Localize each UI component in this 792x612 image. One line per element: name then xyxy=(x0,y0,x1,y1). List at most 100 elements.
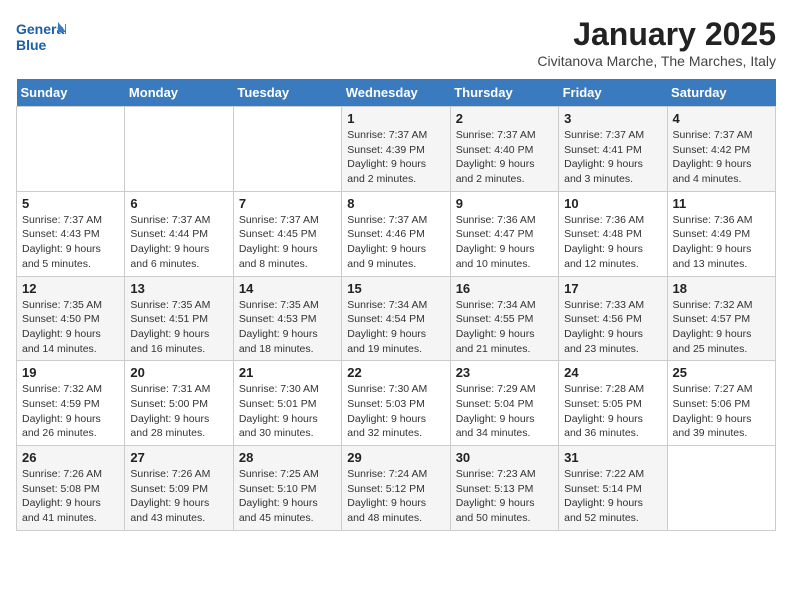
day-info: Sunrise: 7:35 AM Sunset: 4:51 PM Dayligh… xyxy=(130,298,227,357)
calendar-cell: 13 Sunrise: 7:35 AM Sunset: 4:51 PM Dayli… xyxy=(125,276,233,361)
title-block: January 2025 Civitanova Marche, The Marc… xyxy=(537,16,776,69)
svg-text:Blue: Blue xyxy=(16,37,47,53)
day-info: Sunrise: 7:32 AM Sunset: 4:57 PM Dayligh… xyxy=(673,298,770,357)
calendar-cell xyxy=(667,446,775,531)
weekday-header-sunday: Sunday xyxy=(17,79,125,107)
calendar-cell: 8Sunrise: 7:37 AM Sunset: 4:46 PM Daylig… xyxy=(342,191,450,276)
calendar-cell: 4Sunrise: 7:37 AM Sunset: 4:42 PM Daylig… xyxy=(667,107,775,192)
location-subtitle: Civitanova Marche, The Marches, Italy xyxy=(537,53,776,69)
calendar-cell: 20Sunrise: 7:31 AM Sunset: 5:00 PM Dayli… xyxy=(125,361,233,446)
calendar-week-3: 12 Sunrise: 7:35 AM Sunset: 4:50 PM Dayli… xyxy=(17,276,776,361)
day-info: Sunrise: 7:34 AM Sunset: 4:55 PM Dayligh… xyxy=(456,298,553,357)
day-info: Sunrise: 7:33 AM Sunset: 4:56 PM Dayligh… xyxy=(564,298,661,357)
calendar-cell: 23 Sunrise: 7:29 AM Sunset: 5:04 PM Dayli… xyxy=(450,361,558,446)
day-number: 19 xyxy=(22,365,119,380)
day-number: 18 xyxy=(673,281,770,296)
day-info: Sunrise: 7:30 AM Sunset: 5:03 PM Dayligh… xyxy=(347,382,444,441)
day-number: 27 xyxy=(130,450,227,465)
page-header: General Blue January 2025 Civitanova Mar… xyxy=(16,16,776,69)
day-info: Sunrise: 7:22 AM Sunset: 5:14 PM Dayligh… xyxy=(564,467,661,526)
day-info: Sunrise: 7:27 AM Sunset: 5:06 PM Dayligh… xyxy=(673,382,770,441)
calendar-cell: 28 Sunrise: 7:25 AM Sunset: 5:10 PM Dayli… xyxy=(233,446,341,531)
day-number: 6 xyxy=(130,196,227,211)
calendar-cell: 15 Sunrise: 7:34 AM Sunset: 4:54 PM Dayli… xyxy=(342,276,450,361)
day-info: Sunrise: 7:36 AM Sunset: 4:49 PM Dayligh… xyxy=(673,213,770,272)
day-info: Sunrise: 7:37 AM Sunset: 4:44 PM Dayligh… xyxy=(130,213,227,272)
day-info: Sunrise: 7:36 AM Sunset: 4:47 PM Dayligh… xyxy=(456,213,553,272)
calendar-week-2: 5Sunrise: 7:37 AM Sunset: 4:43 PM Daylig… xyxy=(17,191,776,276)
calendar-cell: 26Sunrise: 7:26 AM Sunset: 5:08 PM Dayli… xyxy=(17,446,125,531)
calendar-cell: 29 Sunrise: 7:24 AM Sunset: 5:12 PM Dayli… xyxy=(342,446,450,531)
calendar-cell: 25 Sunrise: 7:27 AM Sunset: 5:06 PM Dayli… xyxy=(667,361,775,446)
day-number: 7 xyxy=(239,196,336,211)
logo-svg: General Blue xyxy=(16,16,66,60)
day-info: Sunrise: 7:25 AM Sunset: 5:10 PM Dayligh… xyxy=(239,467,336,526)
day-number: 16 xyxy=(456,281,553,296)
day-info: Sunrise: 7:26 AM Sunset: 5:08 PM Dayligh… xyxy=(22,467,119,526)
day-info: Sunrise: 7:28 AM Sunset: 5:05 PM Dayligh… xyxy=(564,382,661,441)
calendar-cell: 18 Sunrise: 7:32 AM Sunset: 4:57 PM Dayli… xyxy=(667,276,775,361)
calendar-cell: 31 Sunrise: 7:22 AM Sunset: 5:14 PM Dayli… xyxy=(559,446,667,531)
day-number: 9 xyxy=(456,196,553,211)
day-number: 3 xyxy=(564,111,661,126)
calendar-table: SundayMondayTuesdayWednesdayThursdayFrid… xyxy=(16,79,776,531)
day-number: 1 xyxy=(347,111,444,126)
calendar-cell: 3Sunrise: 7:37 AM Sunset: 4:41 PM Daylig… xyxy=(559,107,667,192)
calendar-cell: 11 Sunrise: 7:36 AM Sunset: 4:49 PM Dayli… xyxy=(667,191,775,276)
day-number: 28 xyxy=(239,450,336,465)
day-info: Sunrise: 7:24 AM Sunset: 5:12 PM Dayligh… xyxy=(347,467,444,526)
day-info: Sunrise: 7:37 AM Sunset: 4:45 PM Dayligh… xyxy=(239,213,336,272)
day-number: 11 xyxy=(673,196,770,211)
calendar-cell: 1 Sunrise: 7:37 AM Sunset: 4:39 PM Daylig… xyxy=(342,107,450,192)
day-info: Sunrise: 7:23 AM Sunset: 5:13 PM Dayligh… xyxy=(456,467,553,526)
day-number: 25 xyxy=(673,365,770,380)
calendar-cell: 19 Sunrise: 7:32 AM Sunset: 4:59 PM Dayli… xyxy=(17,361,125,446)
calendar-cell: 22 Sunrise: 7:30 AM Sunset: 5:03 PM Dayli… xyxy=(342,361,450,446)
calendar-cell xyxy=(233,107,341,192)
day-info: Sunrise: 7:30 AM Sunset: 5:01 PM Dayligh… xyxy=(239,382,336,441)
day-number: 23 xyxy=(456,365,553,380)
day-info: Sunrise: 7:29 AM Sunset: 5:04 PM Dayligh… xyxy=(456,382,553,441)
day-info: Sunrise: 7:35 AM Sunset: 4:50 PM Dayligh… xyxy=(22,298,119,357)
day-number: 10 xyxy=(564,196,661,211)
day-number: 30 xyxy=(456,450,553,465)
day-number: 31 xyxy=(564,450,661,465)
day-info: Sunrise: 7:36 AM Sunset: 4:48 PM Dayligh… xyxy=(564,213,661,272)
day-info: Sunrise: 7:35 AM Sunset: 4:53 PM Dayligh… xyxy=(239,298,336,357)
day-number: 14 xyxy=(239,281,336,296)
calendar-cell: 10 Sunrise: 7:36 AM Sunset: 4:48 PM Dayli… xyxy=(559,191,667,276)
day-number: 12 xyxy=(22,281,119,296)
day-number: 17 xyxy=(564,281,661,296)
weekday-header-saturday: Saturday xyxy=(667,79,775,107)
day-info: Sunrise: 7:26 AM Sunset: 5:09 PM Dayligh… xyxy=(130,467,227,526)
weekday-header-thursday: Thursday xyxy=(450,79,558,107)
day-number: 13 xyxy=(130,281,227,296)
day-number: 15 xyxy=(347,281,444,296)
calendar-cell: 17 Sunrise: 7:33 AM Sunset: 4:56 PM Dayli… xyxy=(559,276,667,361)
day-number: 20 xyxy=(130,365,227,380)
calendar-cell: 6 Sunrise: 7:37 AM Sunset: 4:44 PM Daylig… xyxy=(125,191,233,276)
calendar-cell: 21 Sunrise: 7:30 AM Sunset: 5:01 PM Dayli… xyxy=(233,361,341,446)
calendar-cell: 16 Sunrise: 7:34 AM Sunset: 4:55 PM Dayli… xyxy=(450,276,558,361)
calendar-cell xyxy=(17,107,125,192)
calendar-header: SundayMondayTuesdayWednesdayThursdayFrid… xyxy=(17,79,776,107)
day-info: Sunrise: 7:37 AM Sunset: 4:46 PM Dayligh… xyxy=(347,213,444,272)
day-number: 29 xyxy=(347,450,444,465)
calendar-cell: 9 Sunrise: 7:36 AM Sunset: 4:47 PM Daylig… xyxy=(450,191,558,276)
weekday-header-wednesday: Wednesday xyxy=(342,79,450,107)
calendar-cell: 12 Sunrise: 7:35 AM Sunset: 4:50 PM Dayli… xyxy=(17,276,125,361)
day-info: Sunrise: 7:37 AM Sunset: 4:39 PM Dayligh… xyxy=(347,128,444,187)
calendar-week-1: 1 Sunrise: 7:37 AM Sunset: 4:39 PM Daylig… xyxy=(17,107,776,192)
day-info: Sunrise: 7:32 AM Sunset: 4:59 PM Dayligh… xyxy=(22,382,119,441)
calendar-week-5: 26Sunrise: 7:26 AM Sunset: 5:08 PM Dayli… xyxy=(17,446,776,531)
day-number: 2 xyxy=(456,111,553,126)
day-number: 21 xyxy=(239,365,336,380)
calendar-cell: 24Sunrise: 7:28 AM Sunset: 5:05 PM Dayli… xyxy=(559,361,667,446)
day-number: 22 xyxy=(347,365,444,380)
day-info: Sunrise: 7:34 AM Sunset: 4:54 PM Dayligh… xyxy=(347,298,444,357)
calendar-cell: 27 Sunrise: 7:26 AM Sunset: 5:09 PM Dayli… xyxy=(125,446,233,531)
day-info: Sunrise: 7:37 AM Sunset: 4:40 PM Dayligh… xyxy=(456,128,553,187)
day-number: 4 xyxy=(673,111,770,126)
month-title: January 2025 xyxy=(537,16,776,53)
day-number: 5 xyxy=(22,196,119,211)
